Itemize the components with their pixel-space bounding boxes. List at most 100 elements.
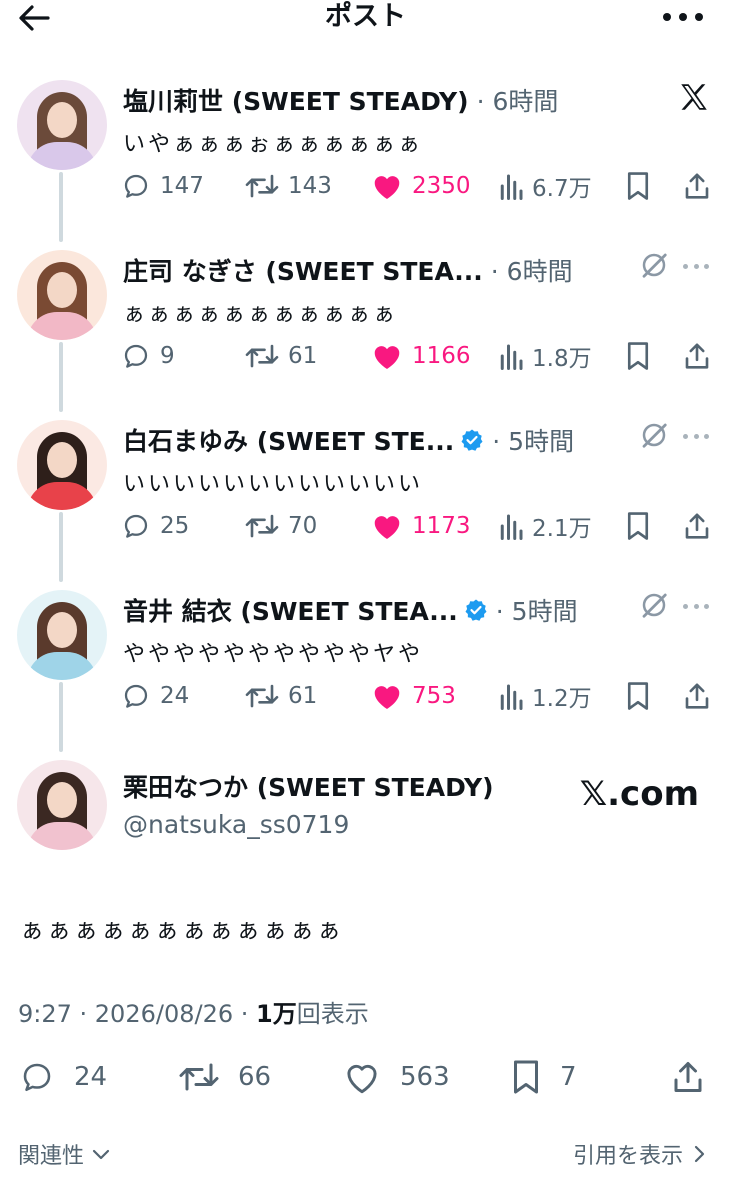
more-options-button[interactable] <box>663 6 703 28</box>
bookmark-button[interactable]: 7 <box>510 1055 577 1099</box>
view-count: 1.8万 <box>532 346 592 372</box>
repost-icon <box>179 1063 219 1091</box>
repost-button[interactable]: 61 <box>244 678 317 714</box>
repost-button[interactable]: 66 <box>178 1055 271 1099</box>
post-time[interactable]: · 5時間 <box>496 592 578 628</box>
avatar[interactable] <box>17 80 107 170</box>
like-button[interactable]: 1173 <box>370 508 471 544</box>
share-icon <box>685 343 709 369</box>
avatar[interactable] <box>17 250 107 340</box>
heart-outline-icon <box>347 1064 377 1094</box>
sort-relevance-button[interactable]: 関連性 <box>18 1138 112 1170</box>
post-more-button[interactable] <box>683 604 709 610</box>
post-text: いやぁぁぁぉぁぁぁぁぁぁ <box>123 132 424 157</box>
like-button[interactable]: 563 <box>342 1055 450 1099</box>
more-dot-icon <box>704 264 709 269</box>
heart-filled-icon <box>374 176 400 199</box>
repost-count: 70 <box>288 513 318 539</box>
view-quotes-link[interactable]: 引用を表示 <box>573 1138 709 1170</box>
more-dot-icon <box>693 434 699 439</box>
thread-post[interactable]: 白石まゆみ (SWEET STE... · 5時間 いいいいいいいいいいいい 25 70… <box>0 420 731 570</box>
thread-post[interactable]: 塩川莉世 (SWEET STEADY) · 6時間 いやぁぁぁぉぁぁぁぁぁぁ 147 1… <box>0 80 731 230</box>
grok-button[interactable] <box>639 250 669 284</box>
grok-button[interactable] <box>639 590 669 624</box>
like-button[interactable]: 1166 <box>370 338 471 374</box>
like-button[interactable]: 2350 <box>370 168 471 204</box>
more-dot-icon <box>695 13 703 21</box>
reply-count: 147 <box>160 173 204 199</box>
x-logo <box>677 78 711 118</box>
share-button[interactable] <box>682 508 720 544</box>
avatar[interactable] <box>17 590 107 680</box>
grok-button[interactable] <box>639 420 669 454</box>
views-button[interactable]: 6.7万 <box>498 168 592 204</box>
bookmark-button[interactable] <box>625 338 659 374</box>
repost-count: 66 <box>238 1062 272 1092</box>
like-button[interactable]: 753 <box>370 678 456 714</box>
bookmark-count: 7 <box>560 1062 577 1092</box>
heart-filled-icon <box>374 346 400 369</box>
post-more-button[interactable] <box>683 264 709 270</box>
bookmark-button[interactable] <box>625 168 659 204</box>
bookmark-icon <box>627 172 649 200</box>
like-count: 1166 <box>412 343 471 369</box>
analytics-icon <box>500 344 523 370</box>
more-dot-icon <box>704 604 709 609</box>
grok-icon <box>642 593 667 618</box>
bookmark-icon <box>514 1060 538 1094</box>
avatar[interactable] <box>17 420 107 510</box>
x-logo-icon <box>681 84 707 110</box>
reply-button[interactable]: 9 <box>120 338 175 374</box>
reply-button[interactable]: 25 <box>120 508 189 544</box>
page-title: ポスト <box>325 1 406 32</box>
more-dot-icon <box>693 604 699 609</box>
thread-post[interactable]: 庄司 なぎさ (SWEET STEA... · 6時間 ぁぁぁぁぁぁぁぁぁぁぁ 9 61… <box>0 250 731 400</box>
like-count: 753 <box>412 683 456 709</box>
repost-button[interactable]: 70 <box>244 508 317 544</box>
author-name[interactable]: 音井 結衣 (SWEET STEA... <box>123 592 458 628</box>
post-actions: 9 61 1166 1.8万 <box>120 338 720 374</box>
views-button[interactable]: 1.2万 <box>498 678 592 714</box>
share-button[interactable] <box>682 168 720 204</box>
post-actions: 147 143 2350 6.7万 <box>120 168 720 204</box>
reply-button[interactable]: 24 <box>18 1055 107 1099</box>
heart-filled-icon <box>374 516 400 539</box>
more-dot-icon <box>693 264 699 269</box>
share-button[interactable] <box>670 1055 724 1099</box>
share-icon <box>685 513 709 539</box>
share-button[interactable] <box>682 338 720 374</box>
author-handle[interactable]: @natsuka_ss0719 <box>123 810 349 839</box>
reply-button[interactable]: 147 <box>120 168 204 204</box>
views-button[interactable]: 2.1万 <box>498 508 592 544</box>
author-name[interactable]: 栗田なつか (SWEET STEADY) <box>123 768 494 804</box>
author-name[interactable]: 塩川莉世 (SWEET STEADY) <box>123 82 469 118</box>
more-dot-icon <box>704 434 709 439</box>
bookmark-icon <box>627 342 649 370</box>
post-header: 音井 結衣 (SWEET STEA... · 5時間 <box>123 592 578 628</box>
post-time[interactable]: · 6時間 <box>491 252 573 288</box>
post-time[interactable]: · 6時間 <box>477 82 559 118</box>
post-header: 庄司 なぎさ (SWEET STEA... · 6時間 <box>123 252 573 288</box>
author-name[interactable]: 白石まゆみ (SWEET STE... <box>123 422 454 458</box>
thread-post[interactable]: 音井 結衣 (SWEET STEA... · 5時間 ややややややややややヤや 24 6… <box>0 590 731 740</box>
bookmark-icon <box>627 512 649 540</box>
repost-button[interactable]: 61 <box>244 338 317 374</box>
bookmark-button[interactable] <box>625 508 659 544</box>
like-count: 1173 <box>412 513 471 539</box>
post-actions: 24 61 753 1.2万 <box>120 678 720 714</box>
bookmark-icon <box>627 682 649 710</box>
post-time[interactable]: · 5時間 <box>492 422 574 458</box>
quotes-label: 引用を表示 <box>572 1144 683 1169</box>
bookmark-button[interactable] <box>625 678 659 714</box>
repost-icon <box>245 344 279 368</box>
share-button[interactable] <box>682 678 720 714</box>
reply-button[interactable]: 24 <box>120 678 189 714</box>
post-timestamp[interactable]: 9:27 · 2026/08/26 · <box>18 1000 256 1028</box>
repost-button[interactable]: 143 <box>244 168 332 204</box>
reply-count: 24 <box>74 1062 108 1092</box>
avatar[interactable] <box>17 760 107 850</box>
repost-icon <box>245 514 279 538</box>
views-button[interactable]: 1.8万 <box>498 338 592 374</box>
post-more-button[interactable] <box>683 434 709 440</box>
author-name[interactable]: 庄司 なぎさ (SWEET STEA... <box>123 252 483 288</box>
